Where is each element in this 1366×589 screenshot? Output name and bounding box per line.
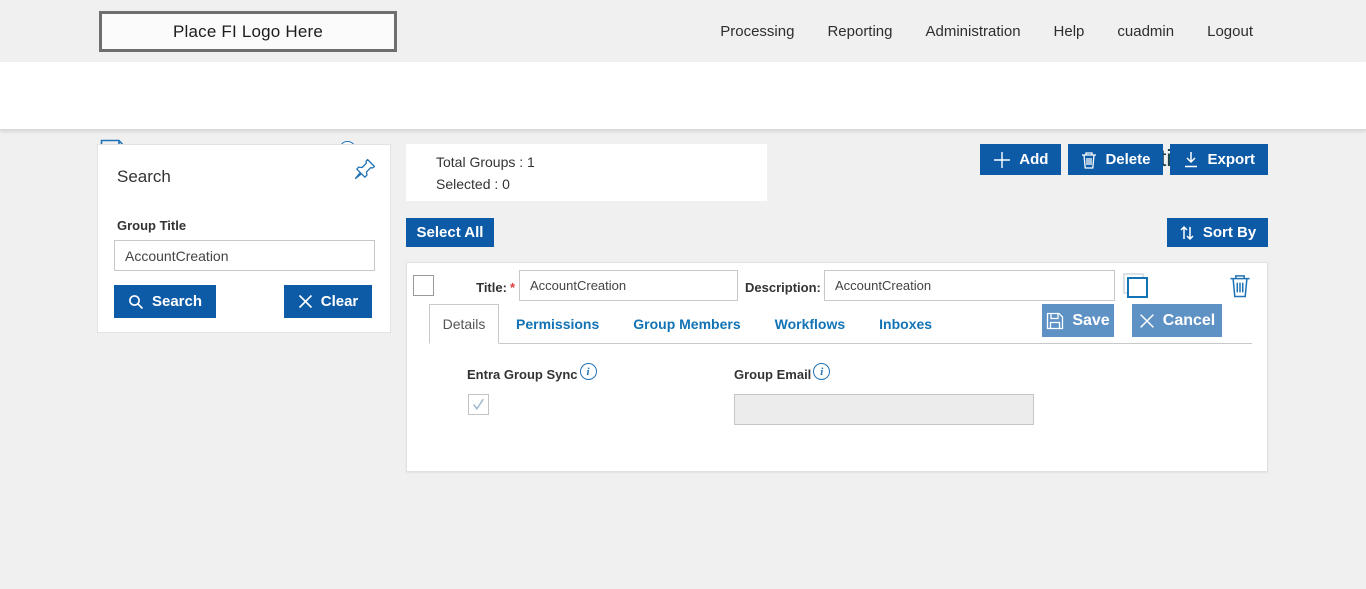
select-all-button[interactable]: Select All xyxy=(406,218,494,247)
x-icon xyxy=(298,294,312,309)
export-button[interactable]: Export xyxy=(1170,144,1268,175)
copy-icon xyxy=(1123,273,1148,298)
download-icon xyxy=(1185,152,1198,168)
search-icon xyxy=(129,294,144,309)
pin-icon[interactable] xyxy=(353,157,377,181)
description-input[interactable] xyxy=(824,270,1115,301)
nav-item-logout[interactable]: Logout xyxy=(1207,23,1253,40)
sort-by-button[interactable]: Sort By xyxy=(1167,218,1268,247)
search-panel-title: Search xyxy=(117,167,171,186)
group-title-label: Group Title xyxy=(117,218,187,233)
plus-icon xyxy=(994,151,1011,168)
nav-item-processing[interactable]: Processing xyxy=(720,23,794,40)
group-editor-card: Title:* Description:* Details Permission… xyxy=(406,262,1268,472)
groups-summary-card: Total Groups : 1 Selected : 0 xyxy=(406,144,767,201)
nav-item-administration[interactable]: Administration xyxy=(926,23,1021,40)
nav-item-help[interactable]: Help xyxy=(1054,23,1085,40)
nav-item-reporting[interactable]: Reporting xyxy=(827,23,892,40)
fi-logo-placeholder: Place FI Logo Here xyxy=(99,11,397,52)
delete-button[interactable]: Delete xyxy=(1068,144,1164,175)
group-email-info-icon[interactable]: i xyxy=(813,363,831,380)
top-navigation: Processing Reporting Administration Help… xyxy=(720,0,1253,62)
trash-icon xyxy=(1082,151,1097,169)
nav-item-user-cuadmin[interactable]: cuadmin xyxy=(1117,23,1174,40)
delete-group-row-button[interactable] xyxy=(1227,273,1253,301)
tab-inboxes[interactable]: Inboxes xyxy=(879,316,932,332)
cancel-button[interactable]: Cancel xyxy=(1132,304,1222,337)
add-button[interactable]: Add xyxy=(980,144,1062,175)
title-label: Title: * xyxy=(476,280,515,295)
save-icon xyxy=(1047,312,1064,329)
group-email-label: Group Email xyxy=(734,367,812,382)
entra-group-sync-label-row: Entra Group Sync i xyxy=(467,363,597,382)
description-label: Description:* xyxy=(745,280,829,295)
check-icon xyxy=(473,398,484,411)
trash-icon xyxy=(1230,275,1250,298)
clear-button[interactable]: Clear xyxy=(284,285,372,318)
group-actions-toolbar: Add Delete Export xyxy=(980,144,1268,175)
group-email-input xyxy=(734,394,1034,425)
entra-group-sync-info-icon[interactable]: i xyxy=(579,363,597,380)
required-asterisk: * xyxy=(509,280,515,295)
group-title-search-input[interactable] xyxy=(114,240,375,271)
copy-group-button[interactable] xyxy=(1120,271,1150,301)
search-button[interactable]: Search xyxy=(114,285,216,318)
save-button[interactable]: Save xyxy=(1042,304,1114,337)
title-input[interactable] xyxy=(519,270,738,301)
group-row-checkbox[interactable] xyxy=(413,275,434,296)
tab-group-members[interactable]: Group Members xyxy=(633,316,740,332)
entra-group-sync-checkbox xyxy=(468,394,489,415)
top-bar: Place FI Logo Here Processing Reporting … xyxy=(0,0,1366,62)
total-groups-count: Total Groups : 1 xyxy=(436,153,535,170)
tab-details[interactable]: Details xyxy=(429,304,499,344)
group-editor-tabs: Details Permissions Group Members Workfl… xyxy=(429,304,1252,344)
tab-permissions[interactable]: Permissions xyxy=(516,316,599,332)
entra-group-sync-label: Entra Group Sync xyxy=(467,367,578,382)
selected-count: Selected : 0 xyxy=(436,175,510,192)
tab-workflows[interactable]: Workflows xyxy=(775,316,846,332)
x-icon xyxy=(1139,313,1154,328)
search-panel: Search Group Title Search Clear xyxy=(97,144,391,333)
fi-logo-text: Place FI Logo Here xyxy=(172,21,324,41)
app-header: Group Maintenance i Kinective Sign xyxy=(0,62,1366,171)
sort-arrows-icon xyxy=(1180,225,1194,240)
group-email-label-row: Group Email i xyxy=(734,363,831,382)
